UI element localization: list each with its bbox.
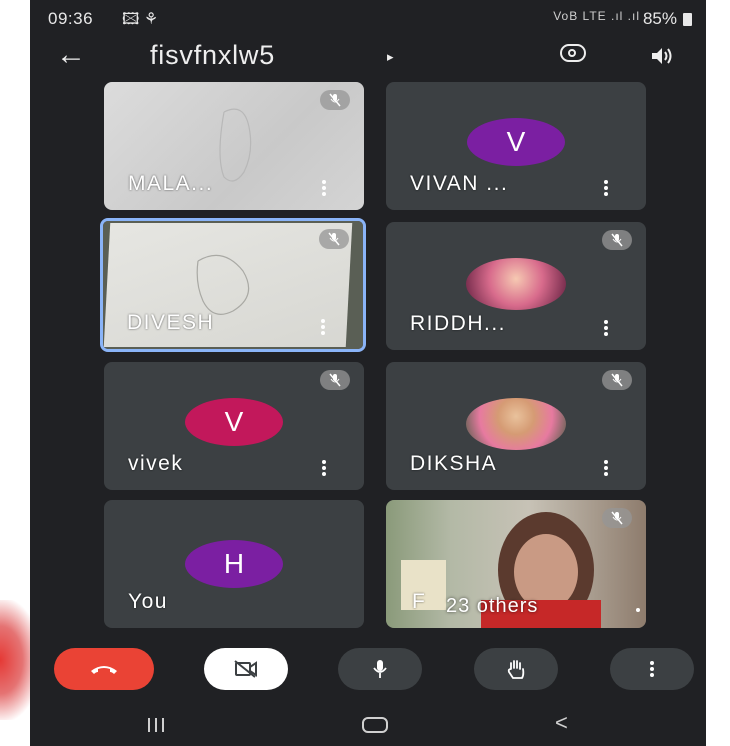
more-options-button[interactable] (610, 648, 694, 690)
self-tile[interactable]: H You (104, 500, 364, 628)
mic-off-badge (320, 90, 350, 110)
battery-indicator: 85% (643, 9, 692, 29)
meeting-code[interactable]: fisvfnxlw5 (150, 40, 275, 71)
participant-more-icon[interactable] (604, 180, 608, 196)
raise-hand-icon (507, 660, 525, 679)
avatar: H (185, 540, 283, 588)
recent-apps-icon[interactable] (148, 718, 170, 732)
participant-tile-active[interactable]: DIVESH (100, 218, 366, 352)
mic-off-icon (329, 373, 341, 387)
participant-tile[interactable]: DIKSHA (386, 362, 646, 490)
participant-more-icon[interactable] (322, 460, 326, 476)
end-call-button[interactable] (54, 648, 154, 690)
avatar (466, 398, 566, 450)
avatar (466, 258, 566, 310)
participant-more-icon[interactable] (321, 319, 325, 335)
mic-off-icon (611, 233, 623, 247)
camera-toggle-button[interactable] (204, 648, 288, 690)
avatar: V (185, 398, 283, 446)
mic-off-badge (602, 370, 632, 390)
others-tile[interactable]: F 23 others (386, 500, 646, 628)
phone-hangup-icon (91, 666, 117, 674)
participant-more-icon[interactable] (604, 320, 608, 336)
meeting-details-caret-icon[interactable]: ▸ (387, 49, 394, 65)
battery-percent: 85% (642, 9, 677, 28)
mic-off-icon (328, 232, 340, 246)
participant-name: DIKSHA (410, 452, 498, 475)
others-more-icon[interactable] (636, 608, 640, 612)
participant-tile[interactable]: RIDDH... (386, 222, 646, 350)
participant-tile[interactable]: V VIVAN ... (386, 82, 646, 210)
notification-icons: 🖾 ⚘ (122, 11, 159, 28)
avatar: V (467, 118, 565, 166)
back-arrow-icon[interactable]: ← (56, 38, 86, 72)
mic-off-icon (611, 373, 623, 387)
status-time: 09:36 (48, 9, 94, 28)
mic-off-icon (611, 511, 623, 525)
meet-call-screen: 09:36 🖾 ⚘ VoB LTE .ıl .ıl 85% ← fisvfnxl… (30, 0, 706, 746)
raise-hand-button[interactable] (474, 648, 558, 690)
participant-tile[interactable]: V vivek (104, 362, 364, 490)
mic-off-icon (329, 93, 341, 107)
participant-name: You (128, 590, 168, 613)
participant-name: vivek (128, 452, 184, 475)
status-bar: 09:36 🖾 ⚘ VoB LTE .ıl .ıl 85% (30, 0, 706, 36)
participant-more-icon[interactable] (322, 180, 326, 196)
participant-name: RIDDH... (410, 312, 506, 335)
mic-off-badge (602, 508, 632, 528)
participant-more-icon[interactable] (604, 460, 608, 476)
participant-tile[interactable]: MALA... (104, 82, 364, 210)
participant-name: DIVESH (127, 311, 215, 334)
home-icon[interactable] (362, 717, 388, 733)
mic-off-badge (320, 370, 350, 390)
switch-camera-icon[interactable] (560, 44, 586, 62)
participant-name: MALA... (128, 172, 214, 195)
speaker-icon[interactable] (650, 46, 674, 66)
participant-name: VIVAN ... (410, 172, 509, 195)
network-indicators: VoB LTE .ıl .ıl (553, 9, 640, 23)
battery-icon (683, 12, 692, 26)
call-header: ← fisvfnxlw5 ▸ (30, 36, 706, 80)
participant-name: F (412, 590, 427, 613)
android-nav-bar: < (30, 704, 706, 746)
microphone-button[interactable] (338, 648, 422, 690)
mic-off-badge (602, 230, 632, 250)
nav-back-icon[interactable]: < (555, 710, 568, 736)
microphone-icon (373, 660, 387, 678)
more-vertical-icon (650, 661, 654, 677)
others-count: 23 others (446, 595, 539, 617)
video-off-icon (234, 660, 257, 678)
call-controls (30, 636, 706, 700)
mic-off-badge (319, 229, 349, 249)
